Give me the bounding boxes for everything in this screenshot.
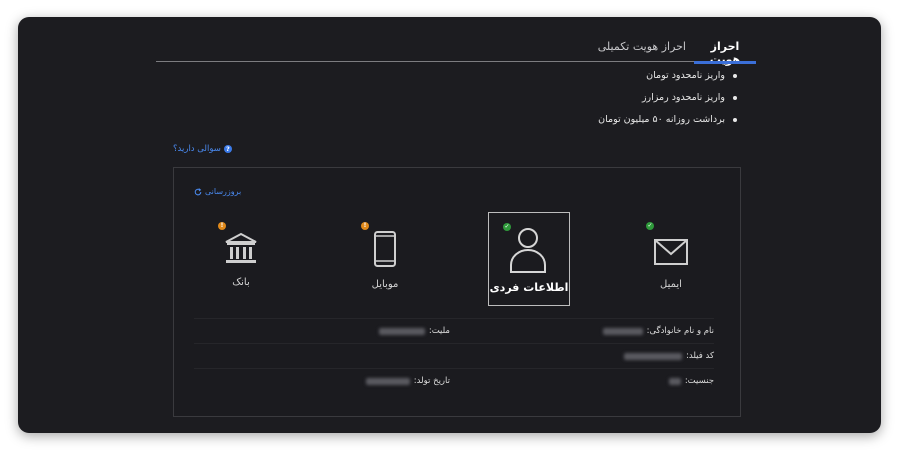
full-name-value [602,327,643,335]
nationality-value [378,327,425,335]
help-link-label: سوالی دارید؟ [173,144,221,154]
check-icon: ✓ [646,222,654,230]
active-tab-underline [694,61,756,64]
bank-card[interactable]: ! بانک [201,212,281,304]
bank-icon [225,232,257,263]
info-row: نام و نام خانوادگی: ملیت: [194,318,714,343]
full-name-label: نام و نام خانوادگی: [646,326,714,336]
birth-date-label: تاریخ تولد: [413,376,450,386]
user-icon [510,228,546,273]
verification-panel: بروزرسانی ! بانک ! موبایل ✓ اطلاعات فردی… [173,167,741,417]
tab-bar: احراز هویت احراز هویت تکمیلی [156,33,756,66]
info-row: کد فیلد: [194,343,714,368]
app-window: احراز هویت احراز هویت تکمیلی واریز نامحد… [18,17,881,433]
card-label: اطلاعات فردی [489,281,569,294]
gender-field: جنسیت: [668,376,714,386]
nationality-label: ملیت: [428,326,450,336]
help-link[interactable]: ? سوالی دارید؟ [173,144,232,154]
birth-date-field: تاریخ تولد: [365,376,450,386]
gender-label: جنسیت: [684,376,714,386]
national-code-field: کد فیلد: [624,351,714,361]
gender-value [668,377,681,385]
envelope-icon [654,239,688,265]
perk-item: برداشت روزانه ۵۰ میلیون تومان [598,113,739,135]
tab-identity-verification[interactable]: احراز هویت [694,40,756,66]
tab-advanced-verification[interactable]: احراز هویت تکمیلی [598,40,686,53]
question-icon: ? [223,145,232,153]
personal-info-card[interactable]: ✓ اطلاعات فردی [488,212,570,306]
nationality-field: ملیت: [378,326,450,336]
email-card[interactable]: ✓ ایمیل [631,212,711,304]
card-label: موبایل [371,279,399,290]
perk-item: واریز نامحدود رمزارز [598,91,739,113]
refresh-link[interactable]: بروزرسانی [194,187,241,196]
birth-date-value [365,377,410,385]
tab-label: احراز هویت تکمیلی [597,40,686,53]
card-label: ایمیل [660,279,682,290]
perks-list: واریز نامحدود تومان واریز نامحدود رمزارز… [598,69,739,135]
mobile-card[interactable]: ! موبایل [345,212,425,304]
card-label: بانک [232,277,250,288]
refresh-label: بروزرسانی [205,187,242,196]
info-row: جنسیت: تاریخ تولد: [194,368,714,393]
warning-icon: ! [218,222,226,230]
refresh-icon [194,187,202,195]
national-code-label: کد فیلد: [686,351,714,361]
warning-icon: ! [361,222,369,230]
full-name-field: نام و نام خانوادگی: [602,326,714,336]
perk-item: واریز نامحدود تومان [598,69,739,91]
mobile-icon [374,231,396,267]
national-code-value [624,352,683,360]
